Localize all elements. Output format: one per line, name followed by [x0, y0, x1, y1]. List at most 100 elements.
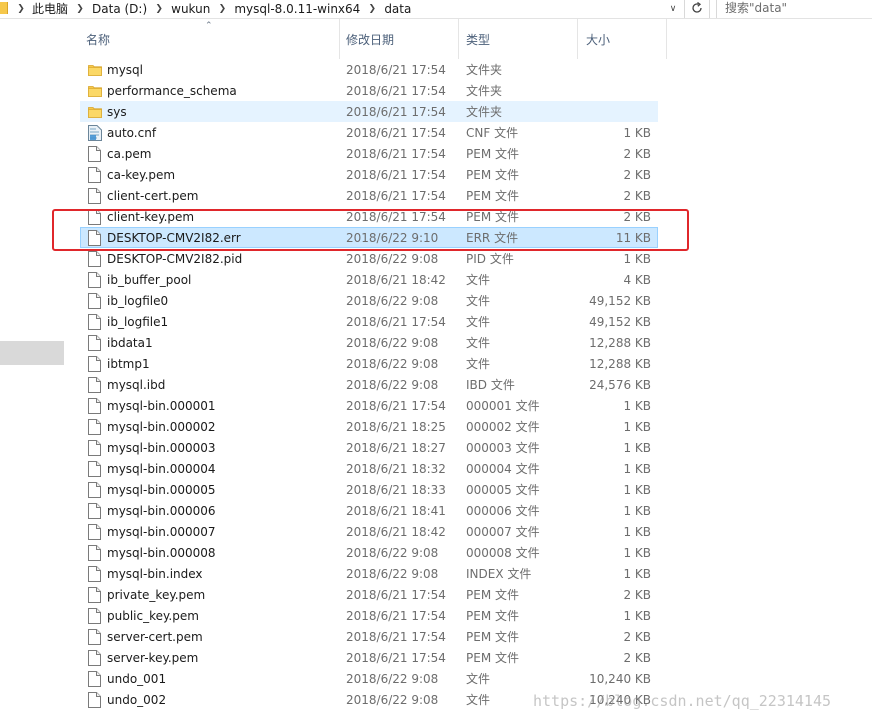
- breadcrumb-mysql[interactable]: mysql-8.0.11-winx64: [234, 0, 360, 18]
- search-box[interactable]: [716, 0, 872, 18]
- file-size: 1 KB: [623, 608, 651, 623]
- file-type: PEM 文件: [466, 210, 519, 224]
- column-header-size-label: 大小: [586, 32, 611, 47]
- file-name: client-cert.pem: [107, 188, 199, 203]
- file-row[interactable]: mysql 2018/6/21 17:54 文件夹: [80, 59, 658, 80]
- file-type: PEM 文件: [466, 168, 519, 182]
- chevron-right-icon[interactable]: ❯: [10, 4, 32, 14]
- file-row[interactable]: client-key.pem 2018/6/21 17:54 PEM 文件 2 KB: [80, 206, 658, 227]
- file-modified-date: 2018/6/22 9:08: [346, 671, 439, 686]
- file-type: 文件夹: [466, 63, 503, 77]
- file-type: 000008 文件: [466, 546, 540, 560]
- breadcrumb-wukun[interactable]: wukun: [171, 0, 210, 18]
- refresh-button[interactable]: [684, 0, 710, 18]
- file-size: 1 KB: [623, 545, 651, 560]
- chevron-right-icon[interactable]: ❯: [147, 4, 171, 14]
- file-row[interactable]: auto.cnf 2018/6/21 17:54 CNF 文件 1 KB: [80, 122, 658, 143]
- file-size: 1 KB: [623, 419, 651, 434]
- file-size: 2 KB: [623, 146, 651, 161]
- file-row[interactable]: public_key.pem 2018/6/21 17:54 PEM 文件 1 KB: [80, 605, 658, 626]
- file-row[interactable]: mysql-bin.000002 2018/6/21 18:25 000002 文件…: [80, 416, 658, 437]
- file-icon: [88, 229, 102, 246]
- column-header-date-label: 修改日期: [346, 32, 395, 47]
- file-row[interactable]: client-cert.pem 2018/6/21 17:54 PEM 文件 2 KB: [80, 185, 658, 206]
- file-icon: [88, 607, 102, 624]
- file-size: 1 KB: [623, 503, 651, 518]
- file-modified-date: 2018/6/21 17:54: [346, 104, 446, 119]
- column-header-type[interactable]: 类型: [458, 19, 584, 59]
- search-input[interactable]: [717, 0, 872, 16]
- file-modified-date: 2018/6/21 17:54: [346, 650, 446, 665]
- folder-icon: [88, 84, 102, 98]
- breadcrumb-drive[interactable]: Data (D:): [92, 0, 147, 18]
- file-name: private_key.pem: [107, 587, 206, 602]
- breadcrumb-data[interactable]: data: [384, 0, 411, 18]
- column-header-date[interactable]: 修改日期: [339, 19, 464, 59]
- chevron-right-icon[interactable]: ❯: [68, 4, 92, 14]
- file-row[interactable]: mysql-bin.000004 2018/6/21 18:32 000004 文件…: [80, 458, 658, 479]
- file-type: 文件夹: [466, 105, 503, 119]
- file-modified-date: 2018/6/21 17:54: [346, 314, 446, 329]
- chevron-right-icon[interactable]: ❯: [210, 4, 234, 14]
- file-name: mysql-bin.000001: [107, 398, 216, 413]
- file-type: CNF 文件: [466, 126, 519, 140]
- config-file-icon: [88, 124, 102, 141]
- file-type: 000005 文件: [466, 483, 540, 497]
- file-row[interactable]: ib_buffer_pool 2018/6/21 18:42 文件 4 KB: [80, 269, 658, 290]
- file-row[interactable]: mysql-bin.000008 2018/6/22 9:08 000008 文件 1…: [80, 542, 658, 563]
- file-row[interactable]: mysql-bin.index 2018/6/22 9:08 INDEX 文件 1 K…: [80, 563, 658, 584]
- file-type: 000007 文件: [466, 525, 540, 539]
- folder-icon: [88, 63, 102, 77]
- file-row[interactable]: ca.pem 2018/6/21 17:54 PEM 文件 2 KB: [80, 143, 658, 164]
- file-row[interactable]: server-key.pem 2018/6/21 17:54 PEM 文件 2 KB: [80, 647, 658, 668]
- file-type: 文件: [466, 672, 491, 686]
- file-row[interactable]: DESKTOP-CMV2I82.err 2018/6/22 9:10 ERR 文件 1…: [80, 227, 658, 248]
- file-row[interactable]: DESKTOP-CMV2I82.pid 2018/6/22 9:08 PID 文件 1…: [80, 248, 658, 269]
- file-modified-date: 2018/6/21 18:32: [346, 461, 446, 476]
- file-icon: [88, 670, 102, 687]
- nav-pane-selected-item[interactable]: [0, 341, 64, 365]
- file-modified-date: 2018/6/21 18:42: [346, 272, 446, 287]
- file-name: mysql-bin.000007: [107, 524, 216, 539]
- file-size: 2 KB: [623, 629, 651, 644]
- file-row[interactable]: mysql-bin.000003 2018/6/21 18:27 000003 文件…: [80, 437, 658, 458]
- file-row[interactable]: mysql-bin.000006 2018/6/21 18:41 000006 文件…: [80, 500, 658, 521]
- breadcrumb-this-pc[interactable]: 此电脑: [32, 0, 68, 18]
- file-type: 文件: [466, 273, 491, 287]
- file-row[interactable]: mysql-bin.000007 2018/6/21 18:42 000007 文件…: [80, 521, 658, 542]
- file-type: 文件夹: [466, 84, 503, 98]
- file-row[interactable]: ib_logfile1 2018/6/21 17:54 文件 49,152 KB: [80, 311, 658, 332]
- chevron-down-icon[interactable]: ∨: [665, 0, 681, 18]
- file-icon: [88, 145, 102, 162]
- column-header-size[interactable]: 大小: [577, 19, 667, 59]
- file-row[interactable]: mysql-bin.000001 2018/6/21 17:54 000001 文件…: [80, 395, 658, 416]
- file-modified-date: 2018/6/21 17:54: [346, 629, 446, 644]
- refresh-icon: [692, 1, 702, 13]
- file-row[interactable]: sys 2018/6/21 17:54 文件夹: [80, 101, 658, 122]
- file-modified-date: 2018/6/21 18:41: [346, 503, 446, 518]
- file-type: ERR 文件: [466, 231, 519, 245]
- file-row[interactable]: ibdata1 2018/6/22 9:08 文件 12,288 KB: [80, 332, 658, 353]
- file-name: mysql-bin.000002: [107, 419, 216, 434]
- file-row[interactable]: ibtmp1 2018/6/22 9:08 文件 12,288 KB: [80, 353, 658, 374]
- file-modified-date: 2018/6/21 18:27: [346, 440, 446, 455]
- file-row[interactable]: undo_001 2018/6/22 9:08 文件 10,240 KB: [80, 668, 658, 689]
- file-name: ib_logfile1: [107, 314, 169, 329]
- file-name: ib_logfile0: [107, 293, 169, 308]
- file-row[interactable]: performance_schema 2018/6/21 17:54 文件夹: [80, 80, 658, 101]
- chevron-right-icon[interactable]: ❯: [360, 4, 384, 14]
- sort-ascending-icon: ⌃: [205, 21, 213, 31]
- file-name: sys: [107, 104, 127, 119]
- file-row[interactable]: ca-key.pem 2018/6/21 17:54 PEM 文件 2 KB: [80, 164, 658, 185]
- file-modified-date: 2018/6/22 9:08: [346, 545, 439, 560]
- address-bar: ❯ 此电脑 ❯ Data (D:) ❯ wukun ❯ mysql-8.0.11…: [0, 0, 872, 19]
- file-row[interactable]: private_key.pem 2018/6/21 17:54 PEM 文件 2 KB: [80, 584, 658, 605]
- file-row[interactable]: server-cert.pem 2018/6/21 17:54 PEM 文件 2 KB: [80, 626, 658, 647]
- file-icon: [88, 250, 102, 267]
- file-row[interactable]: mysql-bin.000005 2018/6/21 18:33 000005 文件…: [80, 479, 658, 500]
- file-modified-date: 2018/6/21 17:54: [346, 146, 446, 161]
- file-row[interactable]: mysql.ibd 2018/6/22 9:08 IBD 文件 24,576 KB: [80, 374, 658, 395]
- file-size: 2 KB: [623, 650, 651, 665]
- file-type: 000003 文件: [466, 441, 540, 455]
- file-row[interactable]: ib_logfile0 2018/6/22 9:08 文件 49,152 KB: [80, 290, 658, 311]
